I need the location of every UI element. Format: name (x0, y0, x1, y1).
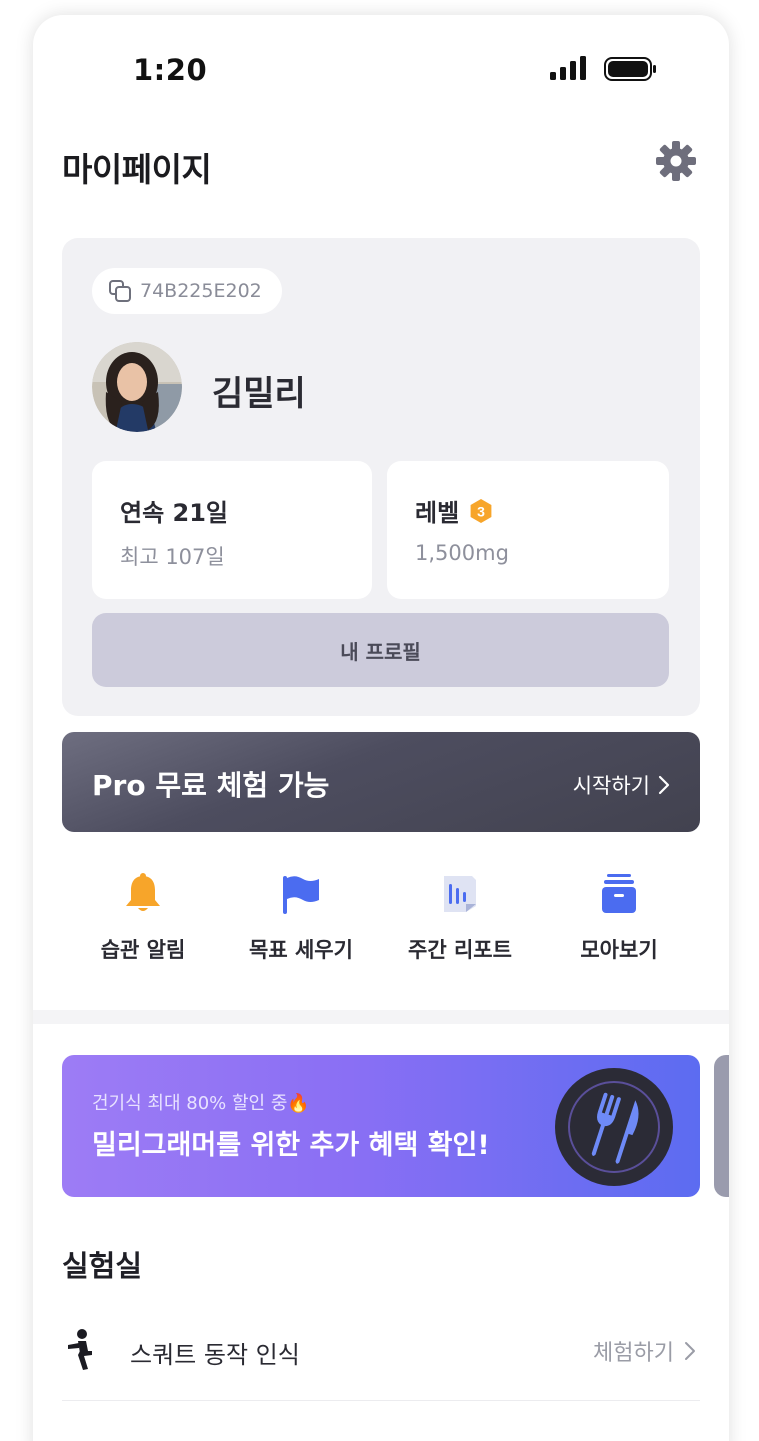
status-time: 1:20 (133, 53, 208, 87)
user-id-chip[interactable]: 74B225E202 (92, 268, 282, 314)
weekly-report-button[interactable]: 주간 리포트 (380, 870, 540, 964)
lab-section-title: 실험실 (62, 1249, 143, 1283)
set-goal-button[interactable]: 목표 세우기 (221, 870, 381, 964)
my-profile-button[interactable]: 내 프로필 (92, 613, 669, 687)
level-title-row: 레벨 3 (415, 493, 493, 528)
streak-stat[interactable]: 연속 21일 최고 107일 (92, 461, 372, 599)
level-value: 1,500mg (415, 541, 509, 565)
signal-icon (550, 56, 586, 80)
lab-item-label: 스쿼트 동작 인식 (130, 1341, 300, 1369)
try-button[interactable]: 체험하기 (593, 1335, 696, 1367)
user-id-text: 74B225E202 (140, 280, 262, 302)
level-title: 레벨 (415, 499, 460, 527)
copy-icon (109, 280, 131, 302)
bell-icon (126, 873, 160, 911)
squat-person-icon (68, 1329, 92, 1370)
pro-start-label: 시작하기 (572, 774, 650, 798)
profile-card: 74B225E202 김밀리 연속 21일 최고 107일 레벨 3 1,500… (62, 238, 700, 716)
promo-title: 밀리그래머를 위한 추가 혜택 확인! (92, 1130, 490, 1161)
try-label: 체험하기 (593, 1341, 674, 1366)
habit-alarm-label: 습관 알림 (100, 938, 186, 962)
collection-button[interactable]: 모아보기 (539, 870, 699, 964)
user-name: 김밀리 (212, 374, 306, 414)
chevron-right-icon (658, 775, 670, 795)
collection-label: 모아보기 (580, 938, 658, 962)
habit-alarm-button[interactable]: 습관 알림 (63, 870, 223, 964)
avatar[interactable] (92, 342, 182, 432)
promo-banner[interactable]: 건기식 최대 80% 할인 중🔥 밀리그래머를 위한 추가 혜택 확인! (62, 1055, 700, 1197)
section-divider (33, 1010, 729, 1024)
next-promo-peek[interactable] (714, 1055, 729, 1197)
level-badge-number: 3 (477, 503, 485, 519)
page-title: 마이페이지 (62, 150, 212, 189)
battery-icon (604, 57, 656, 81)
pro-trial-title: Pro 무료 체험 가능 (92, 769, 330, 802)
lab-item-squat[interactable]: 스쿼트 동작 인식 체험하기 (62, 1315, 700, 1401)
flag-icon (283, 876, 319, 914)
weekly-report-label: 주간 리포트 (408, 938, 512, 962)
fork-knife-icon (555, 1068, 673, 1186)
level-badge-icon: 3 (470, 498, 492, 523)
streak-best: 최고 107일 (120, 545, 225, 569)
report-icon (444, 876, 476, 912)
pro-start-button[interactable]: 시작하기 (573, 770, 670, 800)
pro-trial-banner[interactable]: Pro 무료 체험 가능 시작하기 (62, 732, 700, 832)
level-stat[interactable]: 레벨 3 1,500mg (387, 461, 669, 599)
chevron-right-icon (685, 1342, 695, 1360)
phone-screen: 1:20 마이페이지 74B225E202 김밀리 연속 21일 최고 107일… (33, 15, 729, 1441)
gear-icon[interactable] (655, 140, 697, 182)
archive-icon (602, 874, 636, 913)
streak-title: 연속 21일 (120, 499, 228, 527)
set-goal-label: 목표 세우기 (249, 938, 353, 962)
promo-subtitle: 건기식 최대 80% 할인 중🔥 (92, 1093, 310, 1114)
